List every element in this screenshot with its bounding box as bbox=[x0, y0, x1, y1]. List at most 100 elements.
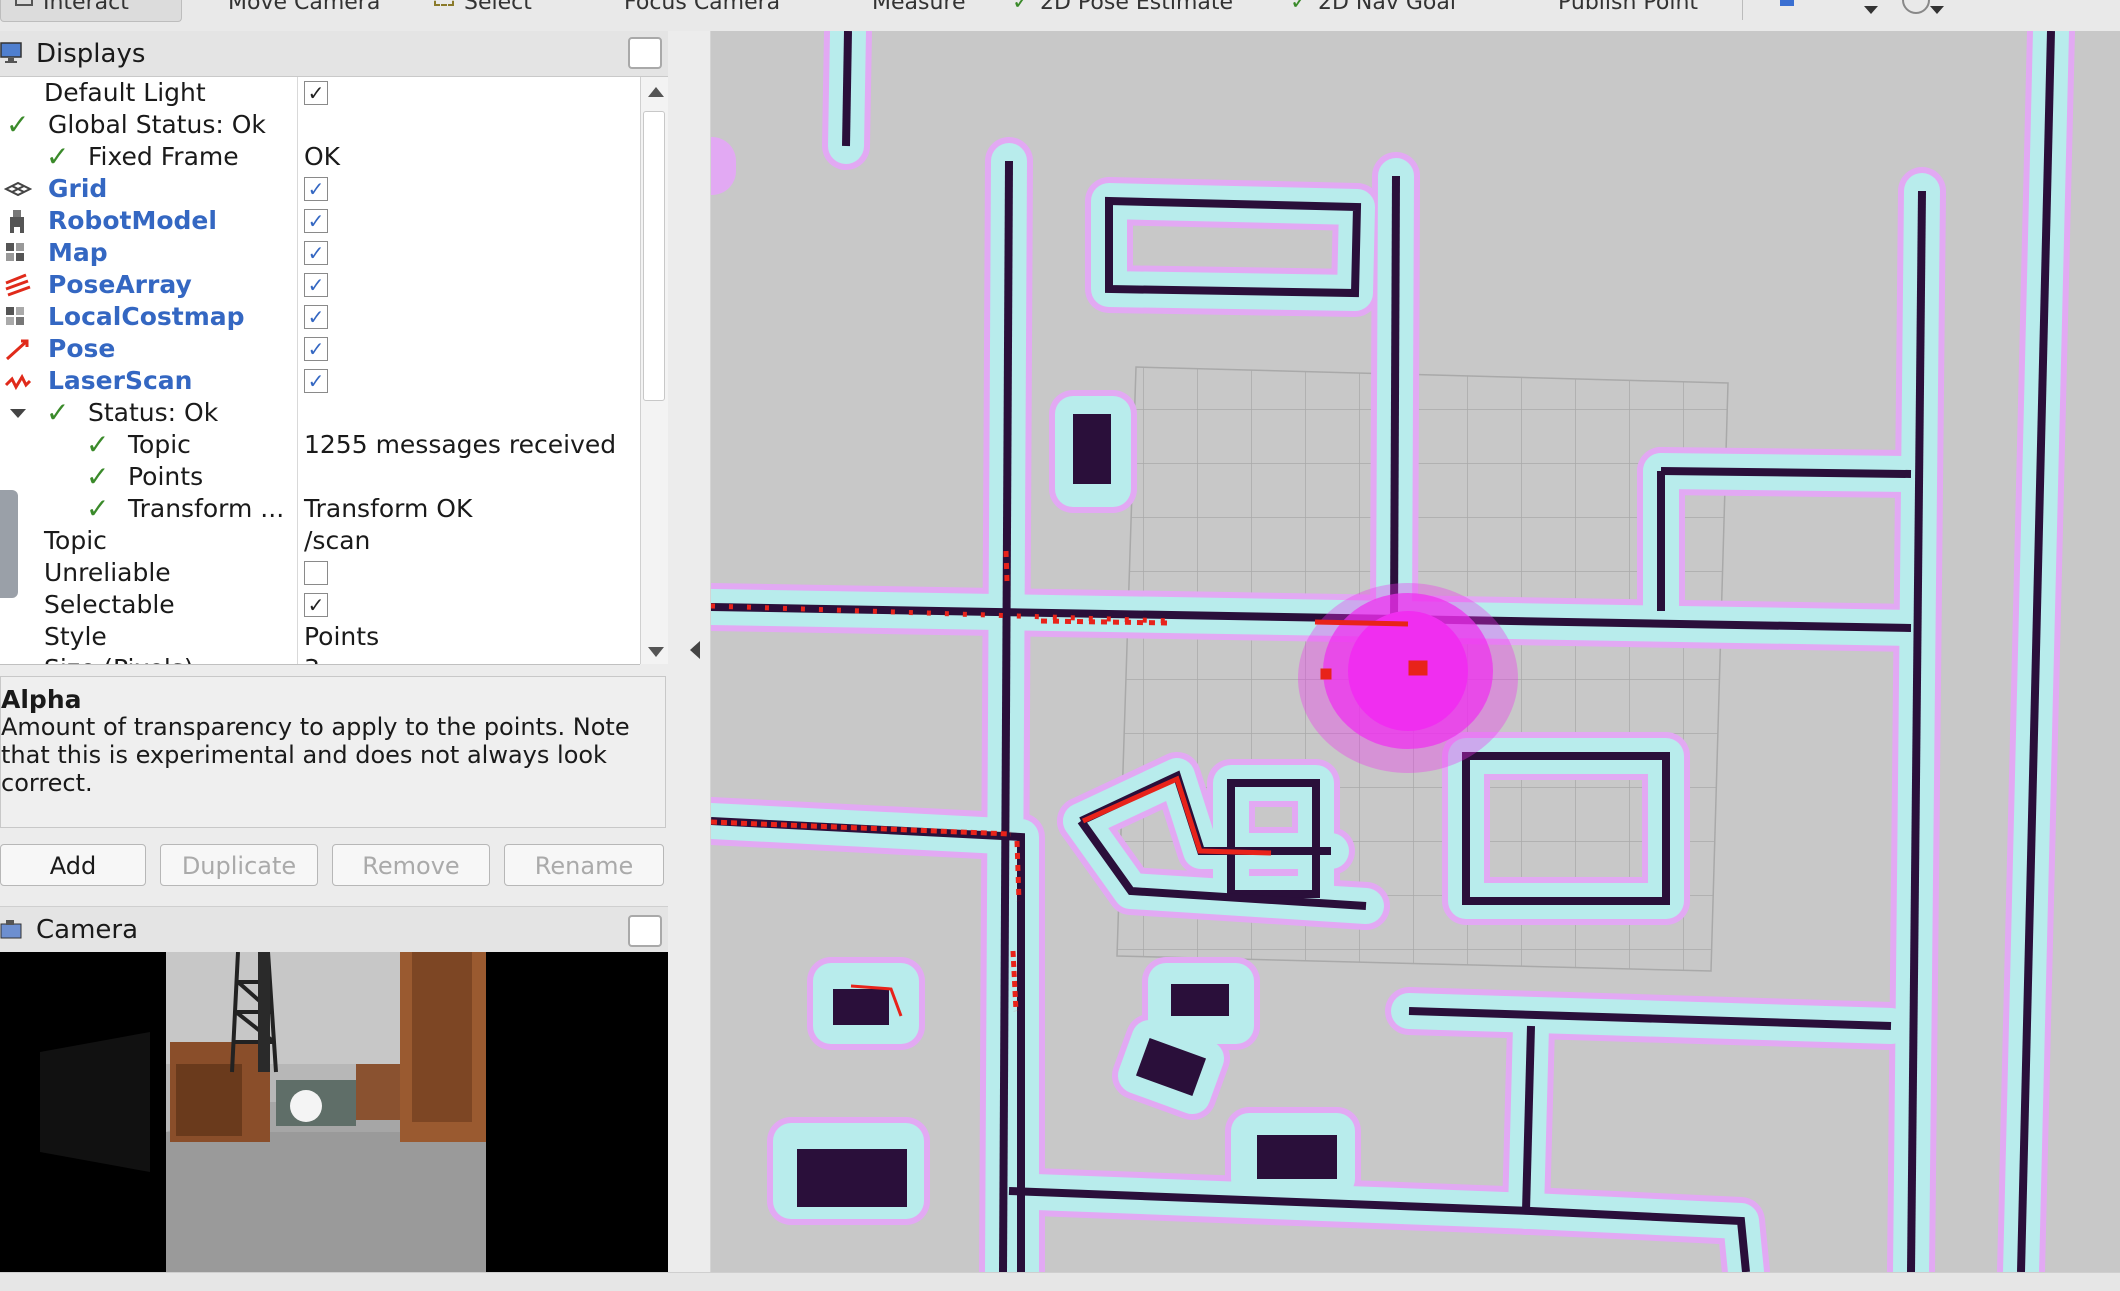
tree-row-value[interactable]: 3 bbox=[304, 653, 320, 664]
tree-row-robotmodel[interactable]: RobotModel ✓ bbox=[0, 205, 640, 237]
displays-tree: Default Light ✓ ✓ Global Status: Ok ✓ Fi… bbox=[0, 77, 640, 665]
status-ok-icon: ✓ bbox=[6, 108, 30, 141]
tool-dropdown-chevron-icon-2[interactable] bbox=[1930, 6, 1944, 14]
status-ok-icon: ✓ bbox=[86, 460, 110, 493]
checkbox-map[interactable]: ✓ bbox=[304, 241, 328, 265]
tool-focus-camera[interactable]: Focus Camera bbox=[596, 0, 780, 20]
map-icon bbox=[6, 243, 24, 261]
displays-panel-float-button[interactable] bbox=[628, 37, 662, 69]
tree-row-value: OK bbox=[304, 142, 341, 171]
interact-icon bbox=[15, 0, 33, 6]
checkbox-laserscan[interactable]: ✓ bbox=[304, 369, 328, 393]
checkbox-posearray[interactable]: ✓ bbox=[304, 273, 328, 297]
tree-row-pose[interactable]: Pose ✓ bbox=[0, 333, 640, 365]
camera-icon bbox=[0, 920, 22, 939]
side-dock-handle[interactable] bbox=[0, 490, 18, 598]
tree-row-laserscan[interactable]: LaserScan ✓ bbox=[0, 365, 640, 397]
map-render[interactable] bbox=[711, 31, 2120, 1272]
checkbox-grid[interactable]: ✓ bbox=[304, 177, 328, 201]
displays-tree-scrollbar[interactable] bbox=[640, 77, 669, 664]
tree-row-label: Topic bbox=[128, 430, 191, 459]
scrollbar-thumb[interactable] bbox=[643, 111, 665, 401]
tool-move-camera[interactable]: Move Camera bbox=[200, 0, 380, 20]
add-tool-icon[interactable] bbox=[1780, 0, 1794, 6]
checkbox-default-light[interactable]: ✓ bbox=[304, 81, 328, 105]
checkbox-unreliable[interactable] bbox=[304, 561, 328, 585]
tree-row-label: Points bbox=[128, 462, 204, 491]
rename-display-button[interactable]: Rename bbox=[504, 844, 664, 886]
remove-tool-icon[interactable] bbox=[1902, 0, 1930, 14]
panel-splitter[interactable] bbox=[668, 31, 711, 1272]
camera-image-view bbox=[0, 952, 668, 1272]
tree-row-label: RobotModel bbox=[48, 206, 217, 235]
tool-interact[interactable]: Interact bbox=[0, 0, 182, 22]
rviz-3d-viewport[interactable] bbox=[711, 31, 2120, 1272]
remove-display-button[interactable]: Remove bbox=[332, 844, 490, 886]
toolbar-separator bbox=[1742, 0, 1743, 20]
tree-row-map[interactable]: Map ✓ bbox=[0, 237, 640, 269]
tree-row-value[interactable]: /scan bbox=[304, 525, 370, 557]
tree-row-localcostmap[interactable]: LocalCostmap ✓ bbox=[0, 301, 640, 333]
tree-row-label: LaserScan bbox=[48, 366, 193, 395]
pose-arrow-icon bbox=[5, 339, 29, 361]
tool-2d-nav-goal[interactable]: ✓ 2D Nav Goal bbox=[1290, 0, 1456, 20]
select-icon bbox=[434, 0, 454, 6]
tree-row-size[interactable]: Size (Pixels) 3 bbox=[0, 653, 640, 664]
tree-row-label: Topic bbox=[44, 526, 107, 555]
tree-row-grid[interactable]: Grid ✓ bbox=[0, 173, 640, 205]
tree-row-global-status[interactable]: ✓ Global Status: Ok bbox=[0, 109, 640, 141]
tree-row-value[interactable]: Points bbox=[304, 621, 379, 653]
tree-row-label: Fixed Frame bbox=[88, 142, 239, 171]
robot-model-icon bbox=[10, 210, 24, 233]
checkbox-pose[interactable]: ✓ bbox=[304, 337, 328, 361]
camera-panel-title: Camera bbox=[36, 915, 139, 945]
checkbox-selectable[interactable]: ✓ bbox=[304, 593, 328, 617]
pose-array-icon bbox=[5, 273, 31, 297]
pose-estimate-icon: ✓ bbox=[1012, 0, 1031, 15]
tree-row-status-topic[interactable]: ✓ Topic 1255 messages received bbox=[0, 429, 640, 461]
status-ok-icon: ✓ bbox=[86, 492, 110, 525]
tree-row-posearray[interactable]: PoseArray ✓ bbox=[0, 269, 640, 301]
toolbar: Interact Move Camera Select Focus Camera… bbox=[0, 0, 2120, 32]
tree-row-style[interactable]: Style Points bbox=[0, 621, 640, 653]
tree-row-selectable[interactable]: Selectable ✓ bbox=[0, 589, 640, 621]
checkbox-localcostmap[interactable]: ✓ bbox=[304, 305, 328, 329]
property-description-box: Alpha Amount of transparency to apply to… bbox=[0, 676, 666, 828]
tree-row-label: Map bbox=[48, 238, 108, 267]
tree-row-label: Default Light bbox=[44, 78, 206, 107]
camera-panel-float-button[interactable] bbox=[628, 915, 662, 947]
tool-dropdown-chevron-icon[interactable] bbox=[1864, 6, 1878, 14]
scroll-up-arrow-icon[interactable] bbox=[648, 87, 664, 97]
displays-panel-title: Displays bbox=[36, 39, 146, 69]
tree-row-label: Style bbox=[44, 622, 107, 651]
camera-scene bbox=[0, 952, 668, 1272]
expand-chevron-icon[interactable] bbox=[10, 409, 26, 418]
tool-measure[interactable]: Measure bbox=[872, 0, 966, 20]
checkbox-robotmodel[interactable]: ✓ bbox=[304, 209, 328, 233]
displays-panel-header: Displays bbox=[0, 31, 668, 77]
tree-row-label: PoseArray bbox=[48, 270, 192, 299]
tree-row-value: 1255 messages received bbox=[304, 430, 617, 459]
tree-row-label: Pose bbox=[48, 334, 116, 363]
tree-row-default-light[interactable]: Default Light ✓ bbox=[0, 77, 640, 109]
tree-row-status-transform[interactable]: ✓ Transform ... Transform OK bbox=[0, 493, 640, 525]
status-ok-icon: ✓ bbox=[46, 396, 70, 429]
duplicate-display-button[interactable]: Duplicate bbox=[160, 844, 318, 886]
add-display-button[interactable]: Add bbox=[0, 844, 146, 886]
collapse-panel-arrow-icon[interactable] bbox=[690, 641, 700, 659]
tree-row-fixed-frame[interactable]: ✓ Fixed Frame OK bbox=[0, 141, 640, 173]
status-ok-icon: ✓ bbox=[46, 140, 70, 173]
tree-row-label: Grid bbox=[48, 174, 108, 203]
tree-row-label: LocalCostmap bbox=[48, 302, 245, 331]
tree-row-status-points[interactable]: ✓ Points bbox=[0, 461, 640, 493]
focus-camera-icon bbox=[596, 0, 614, 6]
tool-select[interactable]: Select bbox=[434, 0, 532, 20]
tool-publish-point[interactable]: Publish Point bbox=[1530, 0, 1698, 20]
nav-goal-icon: ✓ bbox=[1290, 0, 1309, 15]
monitor-icon bbox=[0, 42, 22, 63]
tree-row-laserscan-status[interactable]: ✓ Status: Ok bbox=[0, 397, 640, 429]
scroll-down-arrow-icon[interactable] bbox=[648, 647, 664, 657]
tool-2d-pose-estimate[interactable]: ✓ 2D Pose Estimate bbox=[1012, 0, 1233, 20]
tree-row-topic[interactable]: Topic /scan bbox=[0, 525, 640, 557]
tree-row-unreliable[interactable]: Unreliable bbox=[0, 557, 640, 589]
